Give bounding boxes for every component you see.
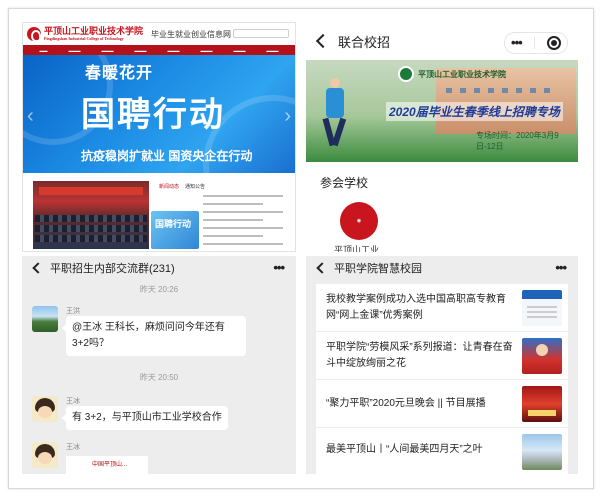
school-logo[interactable]: ◉ bbox=[340, 202, 378, 240]
document-thumbnail bbox=[522, 290, 562, 326]
message-timestamp: 昨天 20:26 bbox=[139, 285, 179, 294]
feed-header: 平职学院智慧校园 ••• bbox=[306, 256, 578, 280]
chat-title: 平职招生内部交流群(231) bbox=[50, 263, 175, 275]
banner-headline-large: 国聘行动 bbox=[81, 96, 225, 134]
article-title: 我校教学案例成功入选中国高职高专教育网“网上金课”优秀案例 bbox=[326, 294, 506, 321]
tab-notices[interactable]: 通知公告 bbox=[185, 183, 205, 190]
nav-item[interactable]: ▬▬▬ bbox=[201, 48, 213, 53]
back-icon[interactable] bbox=[316, 262, 328, 274]
school-label[interactable]: 平顶山工业... bbox=[334, 243, 387, 252]
article-title: 最美平顶山丨“人间最美四月天”之叶 bbox=[326, 444, 483, 455]
article-item[interactable]: “聚力平职”2020元旦晚会 || 节目展播 bbox=[316, 380, 568, 428]
image-caption: 中国平顶山... bbox=[92, 462, 128, 468]
news-list-item[interactable] bbox=[203, 235, 263, 237]
mini-program-capsule[interactable]: ••• bbox=[504, 32, 568, 54]
message-timestamp: 昨天 20:50 bbox=[139, 373, 179, 382]
banner-headline: 2020届毕业生春季线上招聘专场 bbox=[386, 102, 563, 121]
news-thumbnail[interactable]: 国聘行动 bbox=[151, 211, 199, 249]
campus-thumbnail bbox=[522, 434, 562, 470]
article-title: 平职学院“劳模风采”系列报道：让青春在奋斗中绽放绚丽之花 bbox=[326, 342, 513, 369]
message-bubble[interactable]: @王冰 王科长，麻烦问问今年还有3+2吗？ bbox=[62, 316, 246, 356]
news-photo[interactable] bbox=[33, 181, 149, 249]
news-list-item[interactable] bbox=[203, 203, 263, 205]
nav-item[interactable]: ▬▬▬ bbox=[267, 48, 279, 53]
page-title: 联合校招 bbox=[338, 34, 391, 50]
banner-slogan: 抗疫稳岗扩就业 国资央企在行动 bbox=[81, 149, 253, 163]
news-list-item[interactable] bbox=[203, 219, 263, 221]
recruitment-banner[interactable]: 平顶山工业职业技术学院 2020届毕业生春季线上招聘专场 专场时间：2020年3… bbox=[306, 60, 578, 162]
news-list-item[interactable] bbox=[203, 227, 283, 229]
sender-name: 王冰 bbox=[66, 444, 80, 451]
site-college-name: 平顶山工业职业技术学院 Pingdingshan Industrial Coll… bbox=[44, 26, 144, 42]
banner-school-name: 平顶山工业职业技术学院 bbox=[418, 70, 506, 79]
graduate-figure bbox=[320, 78, 350, 148]
news-tabs[interactable]: 新闻动态 通知公告 bbox=[159, 183, 205, 190]
nav-item[interactable]: ▬▬▬ bbox=[69, 48, 81, 53]
sender-name: 王洪 bbox=[66, 308, 80, 315]
article-title: “聚力平职”2020元旦晚会 || 节目展播 bbox=[326, 398, 486, 409]
college-logo-icon bbox=[27, 27, 41, 42]
close-target-icon[interactable] bbox=[546, 36, 561, 50]
image-message[interactable]: 中国平顶山... bbox=[66, 456, 148, 474]
news-list-item[interactable] bbox=[203, 211, 283, 213]
logo-mark: ◉ bbox=[356, 218, 362, 224]
news-list-item[interactable] bbox=[203, 243, 283, 245]
smart-campus-screen: 平职学院智慧校园 ••• 我校教学案例成功入选中国高职高专教育网“网上金课”优秀… bbox=[306, 256, 578, 474]
article-item[interactable]: 平职学院“劳模风采”系列报道：让青春在奋斗中绽放绚丽之花 bbox=[316, 332, 568, 380]
more-icon[interactable]: ••• bbox=[273, 260, 285, 275]
site-nav-bar[interactable]: ▬▬ ▬▬▬ ▬▬▬ ▬▬▬ ▬▬▬ ▬▬▬ ▬▬▬ ▬▬▬ bbox=[23, 45, 295, 55]
stage-thumbnail bbox=[522, 386, 562, 422]
nav-item[interactable]: ▬▬ bbox=[40, 48, 48, 53]
thumbnail-caption: 国聘行动 bbox=[155, 219, 192, 229]
nav-item[interactable]: ▬▬▬ bbox=[135, 48, 147, 53]
nav-item[interactable]: ▬▬▬ bbox=[102, 48, 114, 53]
sender-name: 王冰 bbox=[66, 398, 80, 405]
message-bubble[interactable]: 有 3+2，与平顶山市工业学校合作 bbox=[62, 406, 228, 430]
site-subtitle: 毕业生就业创业信息网 bbox=[151, 29, 232, 39]
back-icon[interactable] bbox=[32, 262, 44, 274]
banner-date: 专场时间：2020年3月9日-12日 bbox=[476, 131, 559, 151]
feed-title: 平职学院智慧校园 bbox=[334, 263, 422, 275]
college-name-text: 平顶山工业职业技术学院 bbox=[44, 26, 144, 36]
back-icon[interactable] bbox=[315, 33, 331, 49]
banner-prev-arrow-icon[interactable]: ‹ bbox=[27, 105, 34, 128]
group-chat-screen: 平职招生内部交流群(231) ••• 昨天 20:26 王洪 @王冰 王科长，麻… bbox=[22, 256, 296, 474]
avatar[interactable] bbox=[32, 442, 58, 468]
joint-recruitment-screen: 联合校招 ••• 平顶山工业职业技术学院 2020届毕业生春季线上招聘专场 专场… bbox=[306, 22, 578, 252]
school-emblem-icon bbox=[398, 66, 414, 82]
banner-next-arrow-icon[interactable]: › bbox=[284, 105, 291, 128]
avatar[interactable] bbox=[32, 306, 58, 332]
news-list-item[interactable] bbox=[203, 195, 283, 197]
tab-news[interactable]: 新闻动态 bbox=[159, 183, 179, 190]
section-title: 参会学校 bbox=[320, 176, 369, 190]
article-item[interactable]: 最美平顶山丨“人间最美四月天”之叶 bbox=[316, 428, 568, 474]
nav-item[interactable]: ▬▬▬ bbox=[234, 48, 246, 53]
mini-program-nav-bar: 联合校招 ••• bbox=[306, 22, 578, 60]
article-list: 我校教学案例成功入选中国高职高专教育网“网上金课”优秀案例 平职学院“劳模风采”… bbox=[316, 284, 568, 474]
avatar[interactable] bbox=[32, 396, 58, 422]
site-search-input[interactable] bbox=[233, 29, 289, 38]
more-icon[interactable]: ••• bbox=[511, 36, 523, 49]
chat-header: 平职招生内部交流群(231) ••• bbox=[22, 256, 296, 280]
nav-item[interactable]: ▬▬▬ bbox=[168, 48, 180, 53]
employment-website-screenshot: 平顶山工业职业技术学院 Pingdingshan Industrial Coll… bbox=[22, 22, 296, 252]
site-hero-banner[interactable]: 春暖花开 国聘行动 抗疫稳岗扩就业 国资央企在行动 ‹ › bbox=[23, 55, 295, 173]
article-item[interactable]: 我校教学案例成功入选中国高职高专教育网“网上金课”优秀案例 bbox=[316, 284, 568, 332]
site-header: 平顶山工业职业技术学院 Pingdingshan Industrial Coll… bbox=[23, 23, 295, 45]
banner-headline-small: 春暖花开 bbox=[85, 65, 154, 82]
more-icon[interactable]: ••• bbox=[555, 260, 567, 275]
college-name-en: Pingdingshan Industrial College of Techn… bbox=[44, 36, 124, 41]
portrait-thumbnail bbox=[522, 338, 562, 374]
